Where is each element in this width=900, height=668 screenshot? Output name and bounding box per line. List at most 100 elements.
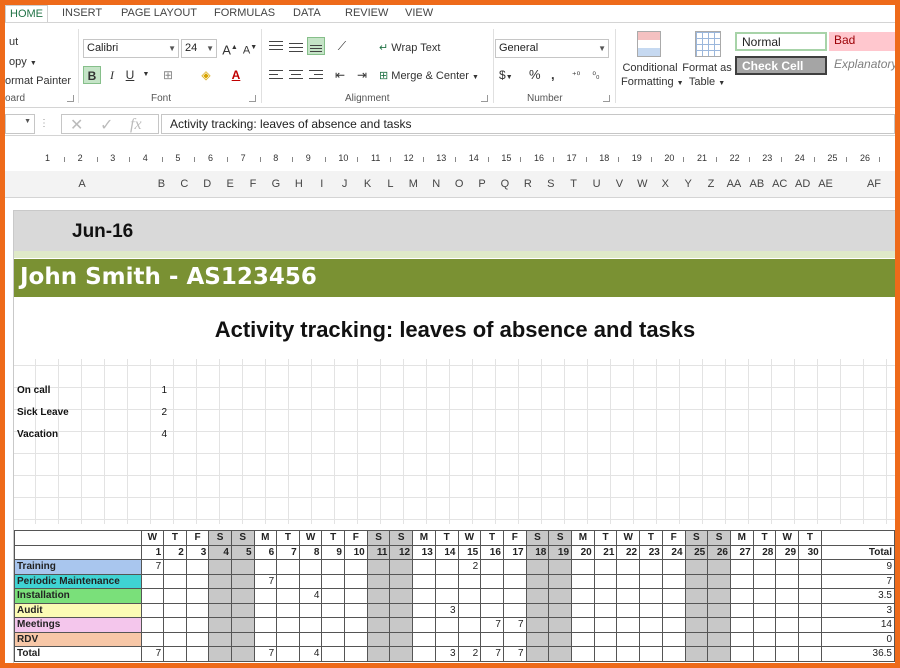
activity-day-cell[interactable] bbox=[798, 588, 822, 604]
activity-day-cell[interactable] bbox=[389, 588, 414, 604]
activity-day-cell[interactable] bbox=[775, 588, 800, 604]
column-header-s[interactable]: S bbox=[539, 171, 562, 198]
drag-handle-icon[interactable]: ⋮ bbox=[39, 118, 49, 129]
day-number-cell[interactable]: 12 bbox=[389, 544, 414, 560]
activity-day-cell[interactable] bbox=[140, 588, 165, 604]
activity-day-cell[interactable] bbox=[366, 631, 391, 647]
day-number-cell[interactable]: 3 bbox=[185, 544, 210, 560]
activity-day-cell[interactable] bbox=[321, 617, 345, 633]
activity-day-cell[interactable] bbox=[480, 602, 504, 618]
activity-day-cell[interactable]: 7 bbox=[140, 559, 165, 575]
activity-total-cell[interactable]: 0 bbox=[820, 631, 895, 647]
font-color-icon[interactable]: A bbox=[227, 66, 245, 84]
activity-day-cell[interactable] bbox=[548, 617, 573, 633]
activity-day-cell[interactable] bbox=[276, 646, 300, 662]
day-number-cell[interactable]: 9 bbox=[321, 544, 345, 560]
format-painter-button[interactable]: ormat Painter bbox=[5, 75, 71, 87]
activity-day-cell[interactable] bbox=[457, 602, 482, 618]
column-header-h[interactable]: H bbox=[287, 171, 310, 198]
activity-day-cell[interactable] bbox=[230, 617, 255, 633]
align-right-icon[interactable] bbox=[309, 70, 323, 82]
legend-item[interactable]: On call 1 bbox=[17, 385, 167, 396]
day-number-cell[interactable]: 25 bbox=[684, 544, 709, 560]
activity-day-cell[interactable] bbox=[389, 602, 414, 618]
activity-day-cell[interactable] bbox=[798, 631, 822, 647]
day-number-cell[interactable]: 23 bbox=[639, 544, 663, 560]
activity-day-cell[interactable] bbox=[729, 588, 754, 604]
day-number-cell[interactable]: 16 bbox=[480, 544, 504, 560]
format-as-table-icon[interactable] bbox=[695, 31, 721, 57]
activity-day-cell[interactable] bbox=[707, 602, 731, 618]
activity-day-cell[interactable] bbox=[163, 573, 187, 589]
activity-day-cell[interactable] bbox=[140, 602, 165, 618]
decrease-indent-icon[interactable]: ⇤ bbox=[331, 66, 349, 84]
align-center-icon[interactable] bbox=[289, 70, 303, 82]
activity-day-cell[interactable] bbox=[661, 573, 686, 589]
activity-day-cell[interactable] bbox=[616, 559, 641, 575]
activity-day-cell[interactable] bbox=[253, 631, 278, 647]
column-header-v[interactable]: V bbox=[608, 171, 631, 198]
weekday-cell[interactable]: T bbox=[163, 530, 187, 546]
weekday-cell[interactable]: F bbox=[185, 530, 210, 546]
activity-day-cell[interactable] bbox=[616, 588, 641, 604]
activity-day-cell[interactable] bbox=[661, 631, 686, 647]
activity-day-cell[interactable] bbox=[729, 617, 754, 633]
activity-day-cell[interactable] bbox=[752, 631, 777, 647]
activity-day-cell[interactable] bbox=[502, 631, 527, 647]
activity-day-cell[interactable] bbox=[185, 602, 210, 618]
activity-day-cell[interactable] bbox=[616, 646, 641, 662]
activity-day-cell[interactable] bbox=[230, 573, 255, 589]
column-header-e[interactable]: E bbox=[219, 171, 242, 198]
activity-total-cell[interactable]: 36.5 bbox=[820, 646, 895, 662]
activity-day-cell[interactable] bbox=[525, 559, 550, 575]
number-format-combo[interactable]: General ▼ bbox=[495, 39, 609, 58]
activity-day-cell[interactable] bbox=[343, 631, 368, 647]
activity-day-cell[interactable] bbox=[752, 588, 777, 604]
column-header-l[interactable]: L bbox=[379, 171, 402, 198]
activity-day-cell[interactable] bbox=[366, 617, 391, 633]
day-number-cell[interactable]: 15 bbox=[457, 544, 482, 560]
activity-day-cell[interactable] bbox=[684, 617, 709, 633]
day-number-cell[interactable]: 28 bbox=[752, 544, 777, 560]
activity-day-cell[interactable] bbox=[480, 631, 504, 647]
align-left-icon[interactable] bbox=[269, 70, 283, 82]
activity-day-cell[interactable] bbox=[230, 559, 255, 575]
activity-day-cell[interactable] bbox=[434, 559, 459, 575]
worksheet[interactable]: Jun-16 John Smith - AS123456 Activity tr… bbox=[13, 210, 895, 663]
activity-day-cell[interactable]: 7 bbox=[480, 617, 504, 633]
tab-insert[interactable]: INSERT bbox=[62, 5, 102, 22]
column-header-aa[interactable]: AA bbox=[723, 171, 746, 198]
activity-day-cell[interactable] bbox=[230, 631, 255, 647]
day-number-cell[interactable]: 26 bbox=[707, 544, 731, 560]
column-header-a[interactable]: A bbox=[14, 171, 150, 198]
weekday-cell[interactable]: F bbox=[502, 530, 527, 546]
activity-day-cell[interactable] bbox=[684, 573, 709, 589]
align-top-icon[interactable] bbox=[269, 41, 283, 53]
activity-day-cell[interactable] bbox=[389, 631, 414, 647]
activity-day-cell[interactable] bbox=[639, 559, 663, 575]
activity-day-cell[interactable] bbox=[276, 602, 300, 618]
weekday-cell[interactable]: T bbox=[434, 530, 459, 546]
activity-day-cell[interactable]: 4 bbox=[298, 646, 323, 662]
day-number-cell[interactable]: 6 bbox=[253, 544, 278, 560]
weekday-cell[interactable]: T bbox=[276, 530, 300, 546]
activity-day-cell[interactable] bbox=[548, 631, 573, 647]
activity-day-cell[interactable]: 3 bbox=[434, 646, 459, 662]
activity-day-cell[interactable] bbox=[661, 559, 686, 575]
column-header-i[interactable]: I bbox=[310, 171, 333, 198]
empty-cell[interactable] bbox=[820, 530, 895, 546]
day-number-cell[interactable]: 27 bbox=[729, 544, 754, 560]
weekday-cell[interactable]: F bbox=[661, 530, 686, 546]
activity-day-cell[interactable] bbox=[321, 602, 345, 618]
activity-day-cell[interactable] bbox=[276, 617, 300, 633]
activity-day-cell[interactable] bbox=[185, 617, 210, 633]
activity-day-cell[interactable]: 7 bbox=[502, 646, 527, 662]
total-header-cell[interactable]: Total bbox=[820, 544, 895, 560]
activity-day-cell[interactable] bbox=[639, 588, 663, 604]
column-header-ac[interactable]: AC bbox=[768, 171, 791, 198]
activity-day-cell[interactable] bbox=[298, 602, 323, 618]
copy-button[interactable]: opy ▼ bbox=[9, 56, 37, 68]
activity-day-cell[interactable] bbox=[729, 631, 754, 647]
column-header-af[interactable]: AF bbox=[837, 171, 895, 198]
weekday-cell[interactable]: M bbox=[412, 530, 436, 546]
